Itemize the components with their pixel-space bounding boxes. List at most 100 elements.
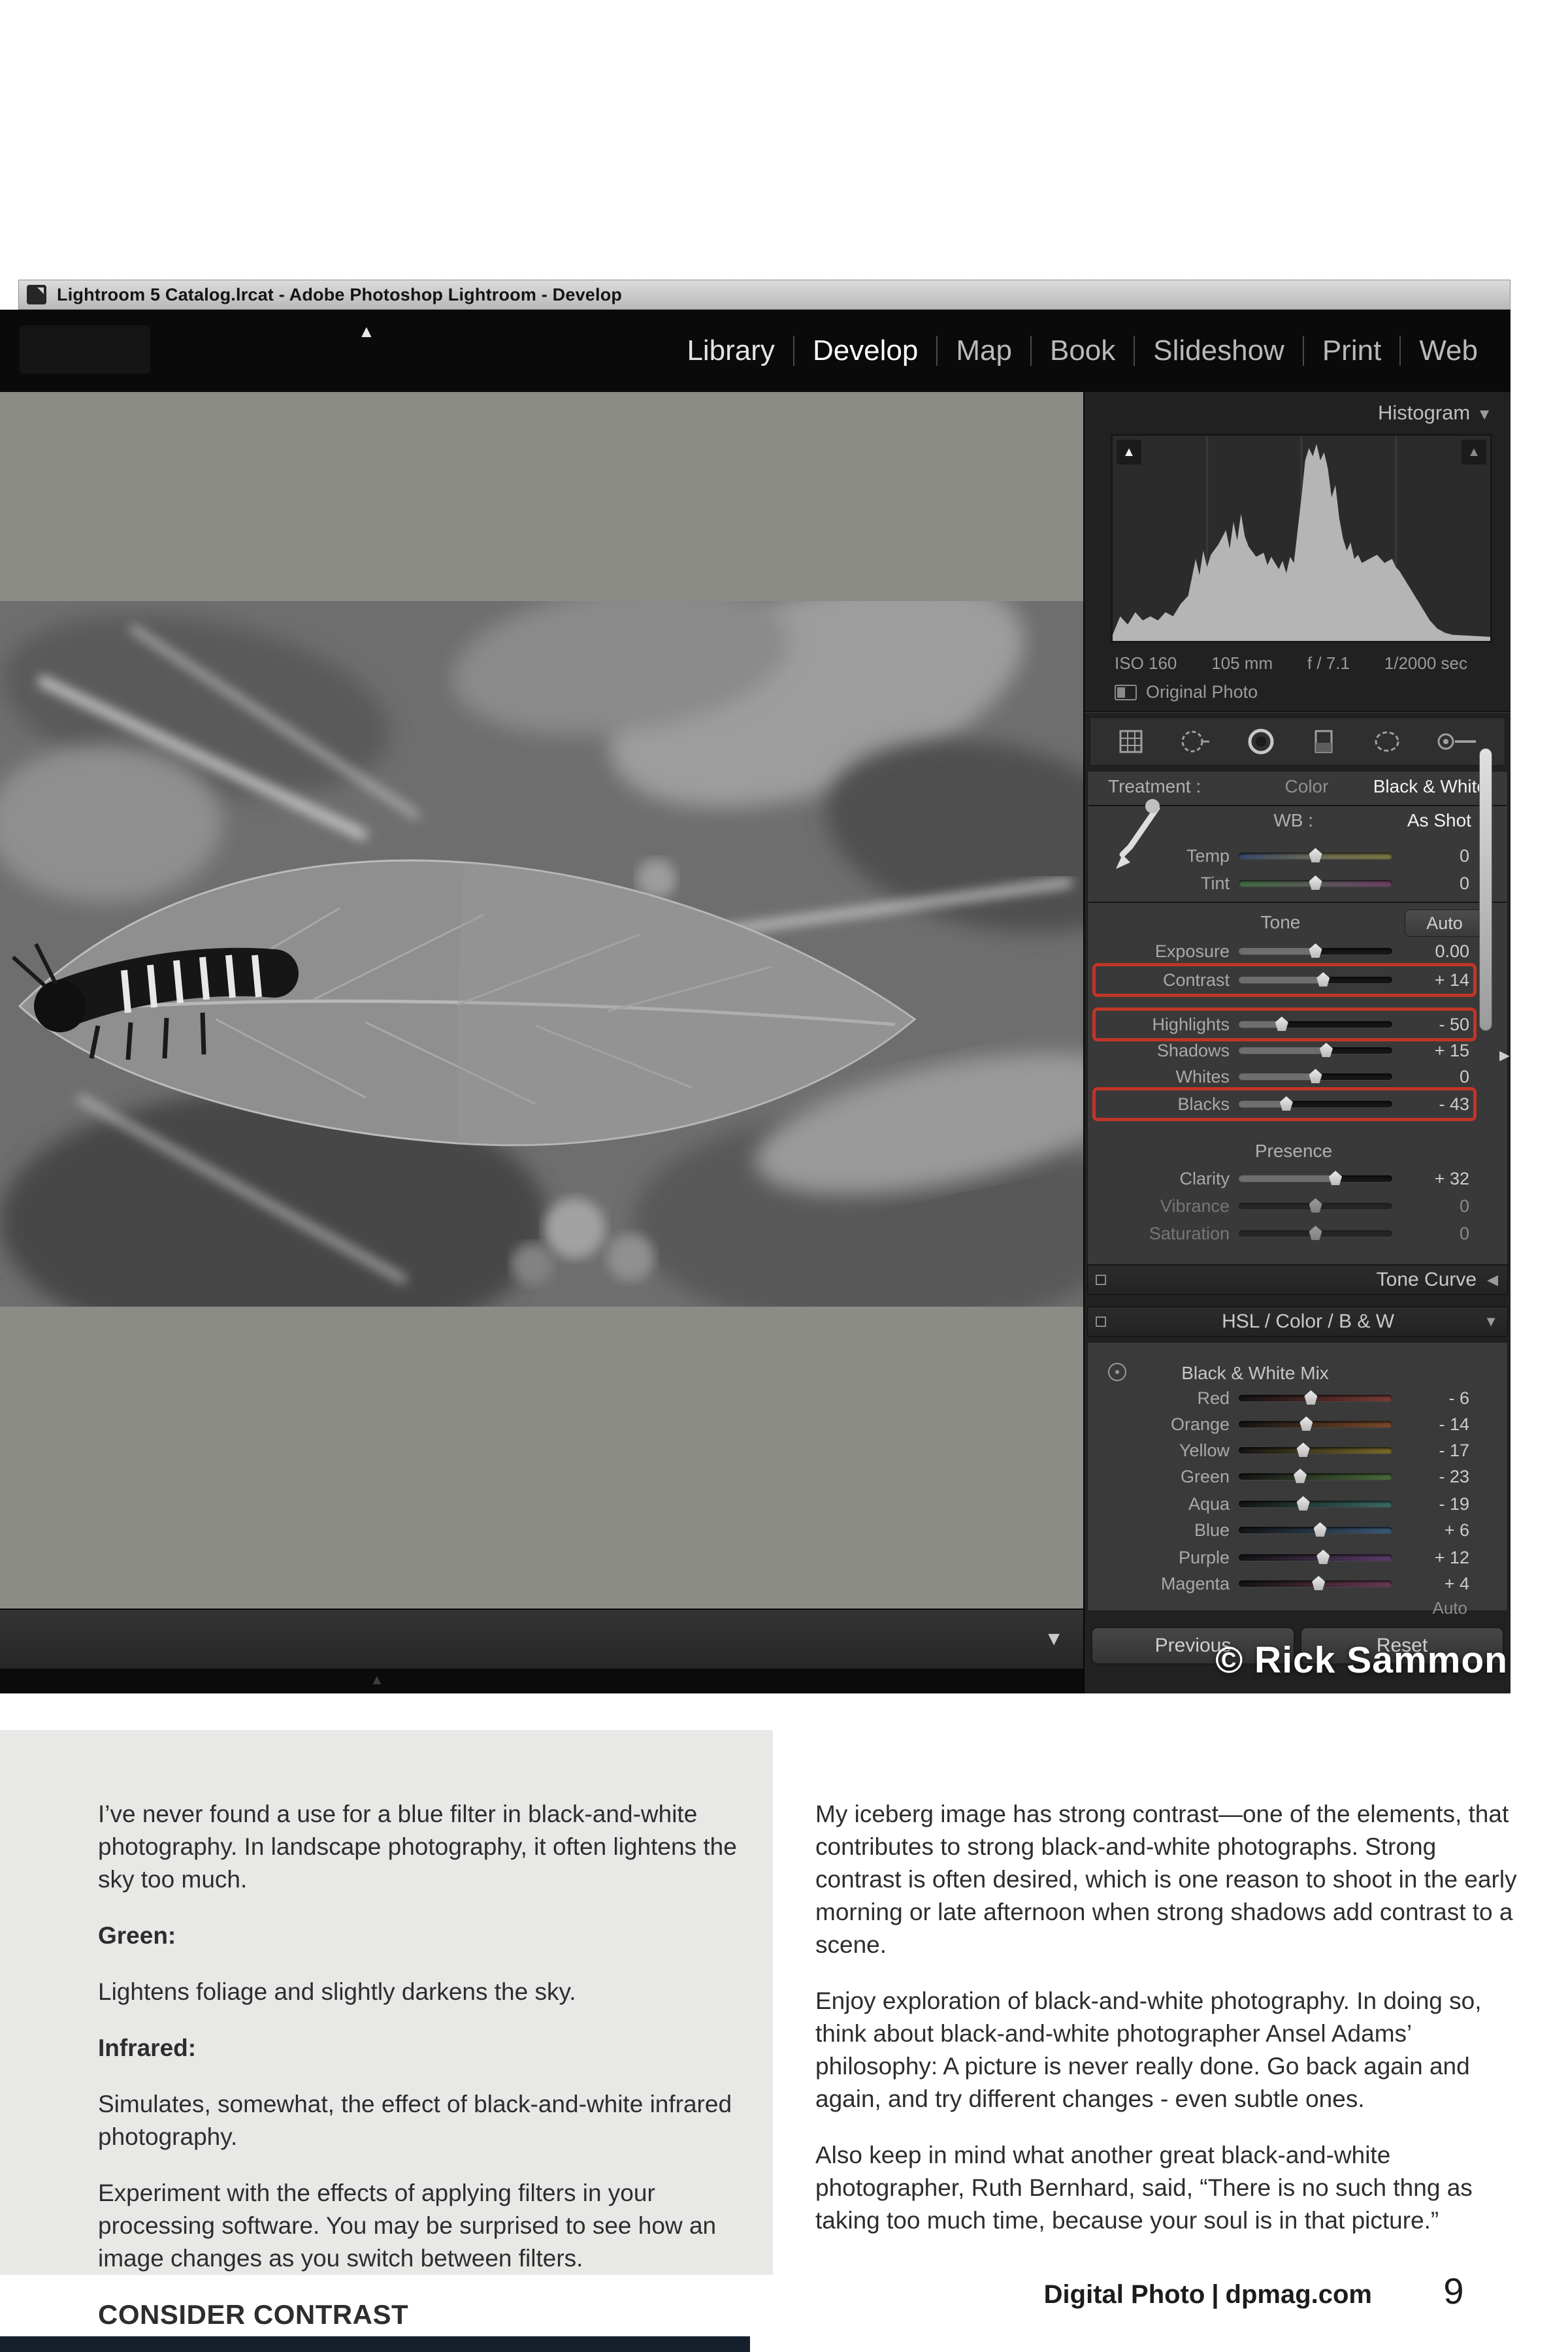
panel-toggle-icon[interactable] bbox=[1096, 1316, 1106, 1327]
bw-aqua-slider[interactable] bbox=[1239, 1501, 1392, 1507]
histogram[interactable]: ▲ ▲ bbox=[1111, 434, 1492, 643]
contrast-slider[interactable] bbox=[1239, 977, 1392, 983]
original-photo-toggle[interactable]: Original Photo bbox=[1115, 682, 1258, 702]
shadows-slider[interactable] bbox=[1239, 1047, 1392, 1054]
vibrance-slider[interactable] bbox=[1239, 1203, 1392, 1209]
adjustment-brush-icon[interactable] bbox=[1434, 726, 1481, 757]
spot-removal-icon[interactable] bbox=[1177, 726, 1213, 757]
histogram-panel-header[interactable]: Histogram ▼ bbox=[1378, 401, 1492, 425]
whites-knob[interactable] bbox=[1309, 1069, 1322, 1083]
panel-collapse-arrow-icon[interactable]: ► bbox=[1496, 1045, 1513, 1066]
bw-yellow-value: - 17 bbox=[1401, 1441, 1469, 1461]
bw-yellow-label: Yellow bbox=[1102, 1441, 1230, 1461]
article-right-column: My iceberg image has strong contrast—one… bbox=[815, 1798, 1525, 2261]
bw-orange-knob[interactable] bbox=[1299, 1416, 1313, 1431]
wb-row: WB : As Shot ▾ bbox=[1241, 808, 1490, 834]
bw-yellow-slider[interactable] bbox=[1239, 1447, 1392, 1454]
module-picker-bar: ▲ Library Develop Map Book Slideshow Pri… bbox=[0, 310, 1511, 392]
module-develop[interactable]: Develop bbox=[794, 335, 936, 367]
clarity-knob[interactable] bbox=[1329, 1171, 1342, 1185]
develop-preview-area bbox=[0, 392, 1083, 1609]
blacks-knob[interactable] bbox=[1280, 1096, 1293, 1111]
highlights-slider[interactable] bbox=[1239, 1021, 1392, 1028]
bw-blue-value: + 6 bbox=[1401, 1520, 1469, 1541]
tint-slider[interactable] bbox=[1239, 880, 1392, 887]
graduated-filter-icon[interactable] bbox=[1308, 726, 1339, 757]
tint-knob[interactable] bbox=[1309, 875, 1322, 890]
whites-row: Whites 0 bbox=[1102, 1064, 1469, 1090]
hsl-panel-header[interactable]: HSL / Color / B & W ▼ bbox=[1087, 1307, 1508, 1337]
tool-strip bbox=[1090, 717, 1505, 766]
bw-aqua-knob[interactable] bbox=[1297, 1496, 1310, 1511]
tone-header: Tone bbox=[1228, 909, 1346, 936]
shadow-clipping-indicator[interactable]: ▲ bbox=[1117, 440, 1141, 465]
panel-toggle-icon[interactable] bbox=[1096, 1275, 1106, 1285]
exposure-value: 0.00 bbox=[1401, 941, 1469, 962]
blacks-row: Blacks - 43 bbox=[1102, 1091, 1469, 1117]
tone-auto-button[interactable]: Auto bbox=[1405, 909, 1484, 937]
whites-value: 0 bbox=[1401, 1067, 1469, 1087]
tone-curve-panel-header[interactable]: Tone Curve ◀ bbox=[1087, 1265, 1508, 1295]
radial-filter-icon[interactable] bbox=[1369, 726, 1405, 757]
module-print[interactable]: Print bbox=[1304, 335, 1399, 367]
panel-scrollbar[interactable] bbox=[1479, 748, 1492, 1031]
toolbar-chevron-down-icon[interactable]: ▼ bbox=[1044, 1628, 1064, 1650]
bw-purple-slider[interactable] bbox=[1239, 1554, 1392, 1561]
highlights-row: Highlights - 50 bbox=[1102, 1011, 1469, 1037]
filter-text-green: Lightens foliage and slightly darkens th… bbox=[98, 1976, 745, 2008]
bw-red-slider[interactable] bbox=[1239, 1395, 1392, 1401]
bw-blue-slider[interactable] bbox=[1239, 1527, 1392, 1533]
highlight-clipping-indicator[interactable]: ▲ bbox=[1462, 440, 1486, 465]
paragraph: Experiment with the effects of applying … bbox=[98, 2177, 745, 2275]
exposure-knob[interactable] bbox=[1309, 943, 1322, 958]
bw-blue-knob[interactable] bbox=[1314, 1522, 1327, 1537]
temp-slider[interactable] bbox=[1239, 853, 1392, 859]
blacks-label: Blacks bbox=[1102, 1094, 1230, 1115]
exposure-slider[interactable] bbox=[1239, 948, 1392, 955]
bw-yellow-knob[interactable] bbox=[1297, 1443, 1310, 1457]
bw-magenta-slider[interactable] bbox=[1239, 1580, 1392, 1587]
saturation-knob[interactable] bbox=[1309, 1226, 1322, 1240]
bw-green-slider[interactable] bbox=[1239, 1473, 1392, 1480]
bw-red-knob[interactable] bbox=[1304, 1390, 1317, 1405]
bw-purple-row: Purple + 12 bbox=[1102, 1544, 1469, 1571]
photo-leaf-caterpillar[interactable] bbox=[0, 601, 1083, 1307]
module-map[interactable]: Map bbox=[938, 335, 1030, 367]
shadows-knob[interactable] bbox=[1320, 1043, 1333, 1057]
bw-auto-button[interactable]: Auto bbox=[1433, 1598, 1468, 1618]
tone-title: Tone bbox=[1228, 912, 1333, 933]
temp-knob[interactable] bbox=[1309, 848, 1322, 862]
bw-blue-row: Blue + 6 bbox=[1102, 1517, 1469, 1543]
clarity-slider[interactable] bbox=[1239, 1175, 1392, 1182]
vibrance-knob[interactable] bbox=[1309, 1198, 1322, 1213]
saturation-slider[interactable] bbox=[1239, 1230, 1392, 1237]
filmstrip-collapse-icon[interactable]: ▲ bbox=[370, 1671, 384, 1688]
wb-label: WB : bbox=[1241, 810, 1313, 831]
whites-slider[interactable] bbox=[1239, 1073, 1392, 1080]
vibrance-value: 0 bbox=[1401, 1196, 1469, 1217]
wb-preset-select[interactable]: As Shot bbox=[1322, 810, 1471, 831]
identity-plate bbox=[20, 325, 150, 374]
histogram-title: Histogram bbox=[1378, 401, 1470, 424]
highlights-knob[interactable] bbox=[1275, 1017, 1288, 1031]
crop-overlay-icon[interactable] bbox=[1114, 726, 1148, 757]
treatment-bw-option[interactable]: Black & White bbox=[1362, 776, 1487, 797]
module-book[interactable]: Book bbox=[1032, 335, 1134, 367]
module-web[interactable]: Web bbox=[1401, 335, 1496, 367]
red-eye-icon[interactable] bbox=[1243, 726, 1279, 757]
tint-slider-row: Tint 0 bbox=[1102, 870, 1469, 896]
chevron-down-icon: ▼ bbox=[1477, 406, 1492, 423]
window-title-bar[interactable]: Lightroom 5 Catalog.lrcat - Adobe Photos… bbox=[18, 280, 1511, 310]
treatment-color-option[interactable]: Color bbox=[1261, 776, 1352, 797]
bw-green-knob[interactable] bbox=[1294, 1469, 1307, 1483]
bw-orange-slider[interactable] bbox=[1239, 1421, 1392, 1428]
module-slideshow[interactable]: Slideshow bbox=[1135, 335, 1303, 367]
bw-red-label: Red bbox=[1102, 1388, 1230, 1409]
bw-purple-knob[interactable] bbox=[1316, 1550, 1330, 1564]
bw-magenta-knob[interactable] bbox=[1312, 1576, 1325, 1590]
presence-title: Presence bbox=[1215, 1141, 1372, 1162]
collapse-top-panel-icon[interactable]: ▲ bbox=[358, 321, 375, 342]
blacks-slider[interactable] bbox=[1239, 1101, 1392, 1107]
contrast-knob[interactable] bbox=[1316, 972, 1330, 987]
module-library[interactable]: Library bbox=[668, 335, 793, 367]
